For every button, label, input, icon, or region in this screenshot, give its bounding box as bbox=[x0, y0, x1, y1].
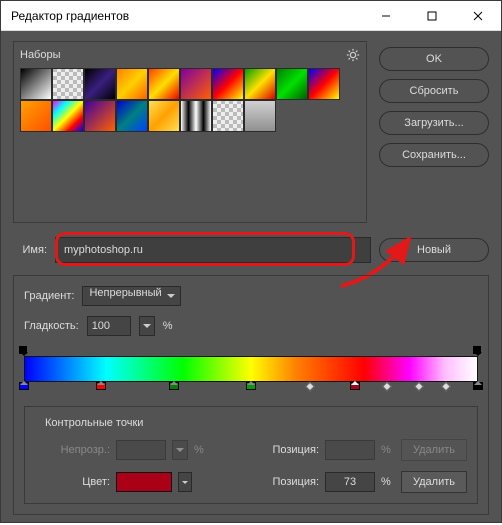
opacity-delete-button: Удалить bbox=[401, 439, 467, 461]
color-delete-button[interactable]: Удалить bbox=[401, 471, 467, 493]
control-points-title: Контрольные точки bbox=[41, 417, 147, 429]
smoothness-label: Гладкость: bbox=[24, 320, 79, 332]
preset-swatch[interactable] bbox=[180, 100, 212, 132]
color-stop[interactable] bbox=[169, 382, 179, 392]
preset-swatch[interactable] bbox=[84, 100, 116, 132]
name-label: Имя: bbox=[13, 244, 47, 256]
new-button[interactable]: Новый bbox=[379, 238, 489, 262]
gradient-type-label: Градиент: bbox=[24, 290, 74, 302]
maximize-button[interactable] bbox=[409, 1, 455, 30]
smoothness-input[interactable] bbox=[87, 316, 131, 336]
gradient-section: Градиент: Непрерывный Гладкость: % Контр… bbox=[13, 275, 489, 515]
preset-swatch[interactable] bbox=[180, 68, 212, 100]
preset-swatch[interactable] bbox=[20, 68, 52, 100]
opacity-input bbox=[116, 440, 166, 460]
titlebar: Редактор градиентов bbox=[1, 1, 501, 31]
opacity-label: Непрозр.: bbox=[35, 444, 110, 456]
window-controls bbox=[363, 1, 501, 30]
save-button[interactable]: Сохранить... bbox=[379, 143, 489, 167]
color-label: Цвет: bbox=[35, 476, 110, 488]
preset-swatch[interactable] bbox=[212, 100, 244, 132]
opacity-position-input bbox=[325, 440, 375, 460]
smoothness-dropdown[interactable] bbox=[139, 316, 155, 336]
preset-swatch[interactable] bbox=[212, 68, 244, 100]
preset-swatches bbox=[20, 68, 340, 132]
color-position-unit: % bbox=[381, 476, 395, 488]
color-stop[interactable] bbox=[19, 382, 29, 392]
color-swatch[interactable] bbox=[116, 472, 172, 492]
color-dropdown[interactable] bbox=[178, 472, 192, 492]
gear-icon[interactable] bbox=[346, 48, 360, 62]
preset-swatch[interactable] bbox=[52, 100, 84, 132]
ok-button[interactable]: OK bbox=[379, 47, 489, 71]
control-points-panel: Контрольные точки Непрозр.: % Позиция: %… bbox=[24, 406, 478, 504]
opacity-stop[interactable] bbox=[473, 346, 483, 356]
load-button[interactable]: Загрузить... bbox=[379, 111, 489, 135]
opacity-stops-track[interactable] bbox=[24, 346, 478, 356]
close-button[interactable] bbox=[455, 1, 501, 30]
color-stop[interactable] bbox=[473, 382, 483, 392]
opacity-dropdown bbox=[172, 440, 188, 460]
midpoint[interactable] bbox=[441, 382, 451, 392]
preset-swatch[interactable] bbox=[148, 100, 180, 132]
presets-label: Наборы bbox=[20, 49, 61, 61]
preset-swatch[interactable] bbox=[148, 68, 180, 100]
preset-swatch[interactable] bbox=[52, 68, 84, 100]
opacity-position-unit: % bbox=[381, 444, 395, 456]
reset-button[interactable]: Сбросить bbox=[379, 79, 489, 103]
opacity-unit: % bbox=[194, 444, 208, 456]
presets-panel: Наборы bbox=[13, 41, 367, 223]
gradient-type-select[interactable]: Непрерывный bbox=[82, 286, 180, 306]
color-position-label: Позиция: bbox=[259, 476, 319, 488]
preset-swatch[interactable] bbox=[116, 100, 148, 132]
opacity-position-label: Позиция: bbox=[259, 444, 319, 456]
preset-swatch[interactable] bbox=[84, 68, 116, 100]
midpoint[interactable] bbox=[305, 382, 315, 392]
preset-swatch[interactable] bbox=[116, 68, 148, 100]
name-input[interactable] bbox=[55, 237, 371, 263]
color-stops-track[interactable] bbox=[24, 382, 478, 392]
smoothness-unit: % bbox=[163, 320, 173, 332]
midpoint[interactable] bbox=[414, 382, 424, 392]
minimize-button[interactable] bbox=[363, 1, 409, 30]
color-stop[interactable] bbox=[246, 382, 256, 392]
gradient-editor-window: Редактор градиентов Наборы OK Сбросить З bbox=[0, 0, 502, 523]
preset-swatch[interactable] bbox=[276, 68, 308, 100]
window-title: Редактор градиентов bbox=[11, 9, 363, 23]
color-stop[interactable] bbox=[350, 382, 360, 392]
opacity-stop[interactable] bbox=[19, 346, 29, 356]
color-position-input[interactable] bbox=[325, 472, 375, 492]
preset-swatch[interactable] bbox=[244, 68, 276, 100]
preset-swatch[interactable] bbox=[20, 100, 52, 132]
preset-swatch[interactable] bbox=[244, 100, 276, 132]
midpoint[interactable] bbox=[382, 382, 392, 392]
color-stop[interactable] bbox=[96, 382, 106, 392]
preset-swatch[interactable] bbox=[308, 68, 340, 100]
